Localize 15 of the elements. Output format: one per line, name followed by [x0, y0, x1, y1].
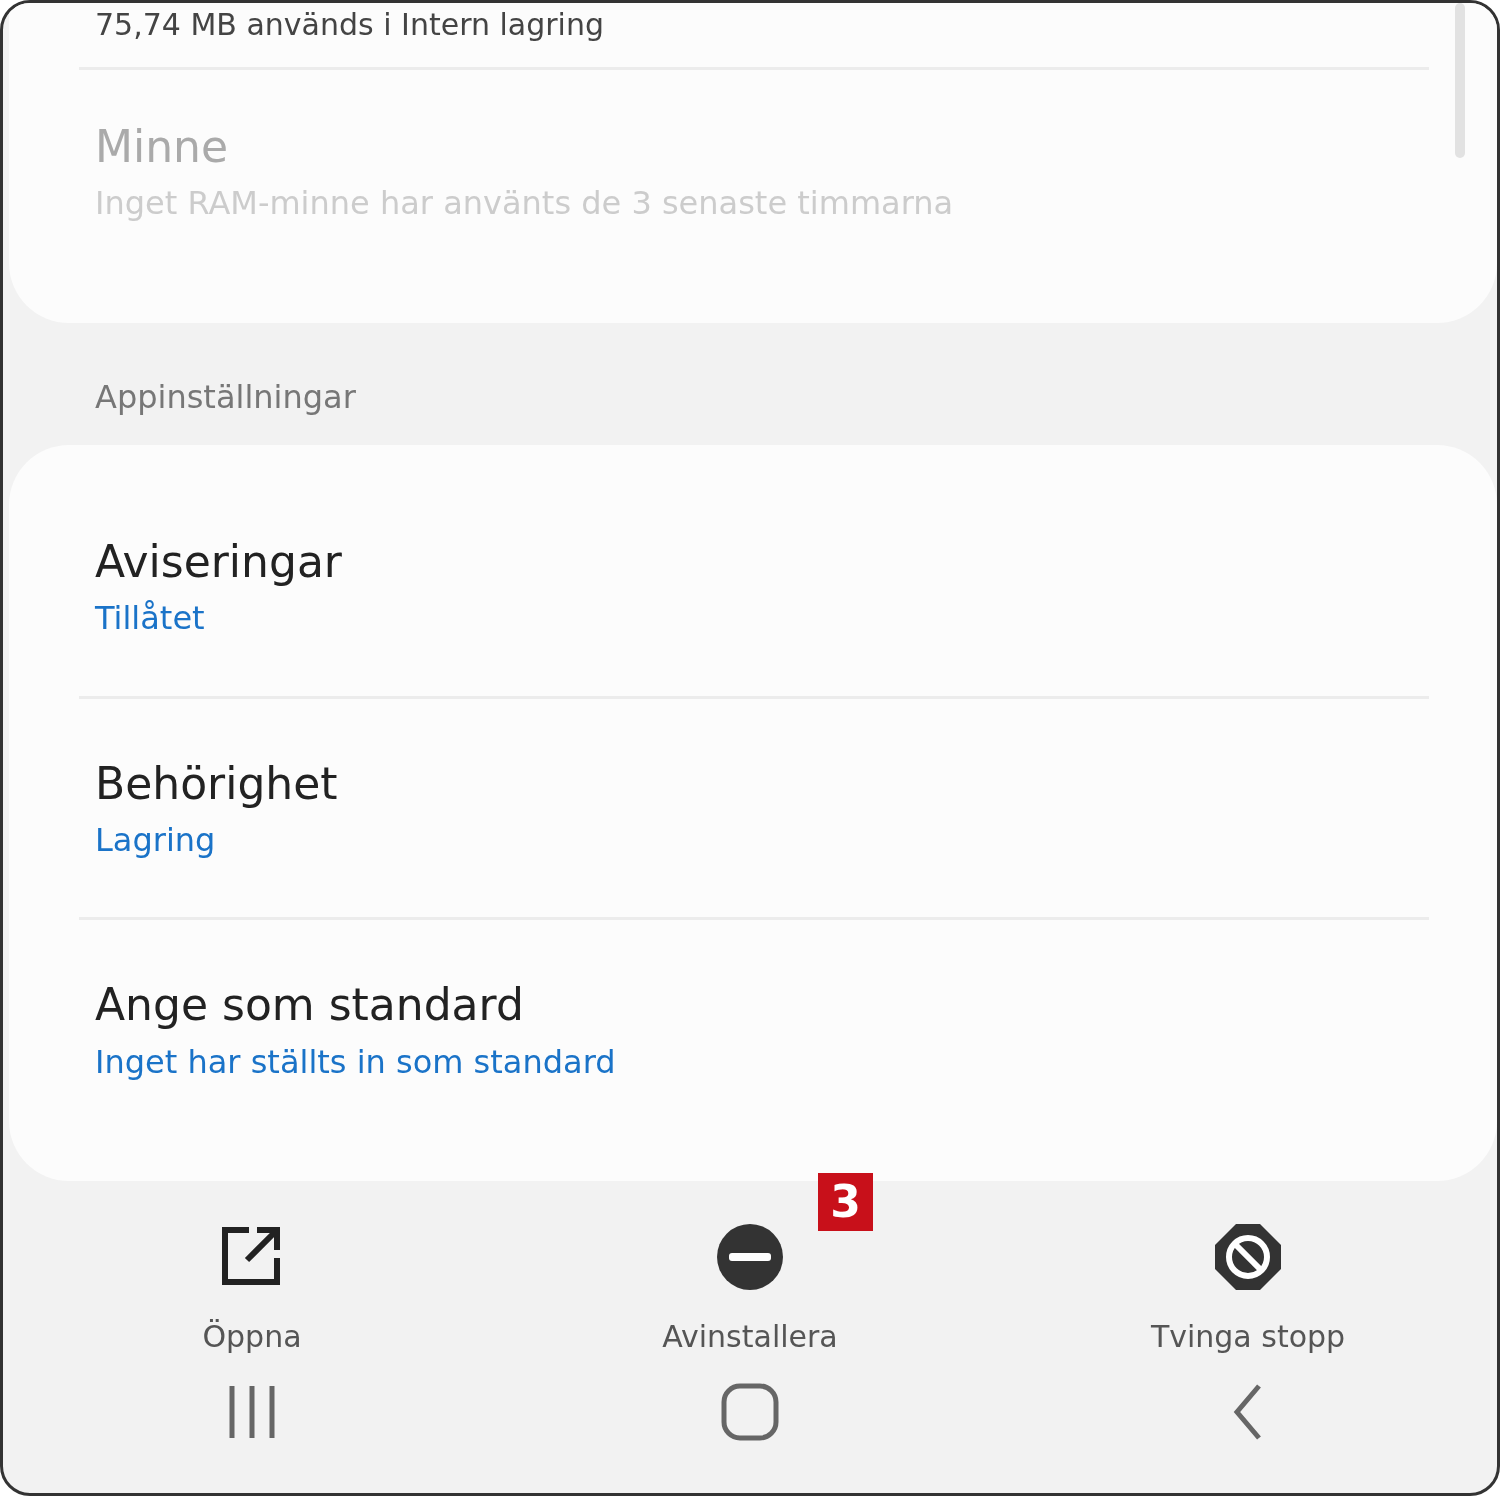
force-stop-button[interactable]: Tvinga stopp [1144, 1221, 1352, 1361]
item-title: Behörighet [95, 756, 339, 811]
item-subtitle: Lagring [95, 819, 217, 861]
home-icon [720, 1382, 780, 1442]
item-subtitle: Tillåtet [95, 597, 206, 639]
item-subtitle: Inget har ställts in som standard [95, 1041, 617, 1083]
open-button[interactable]: Öppna [196, 1221, 308, 1361]
item-title: Aviseringar [95, 534, 343, 589]
stop-sign-icon [1213, 1222, 1283, 1293]
storage-usage-text: 75,74 MB används i Intern lagring [94, 6, 605, 43]
minus-circle-icon [715, 1222, 785, 1293]
item-title: Minne [95, 120, 230, 174]
item-title: Ange som standard [95, 978, 525, 1033]
number-badge: 3 [818, 1173, 873, 1232]
section-header: Appinställningar [94, 376, 357, 418]
